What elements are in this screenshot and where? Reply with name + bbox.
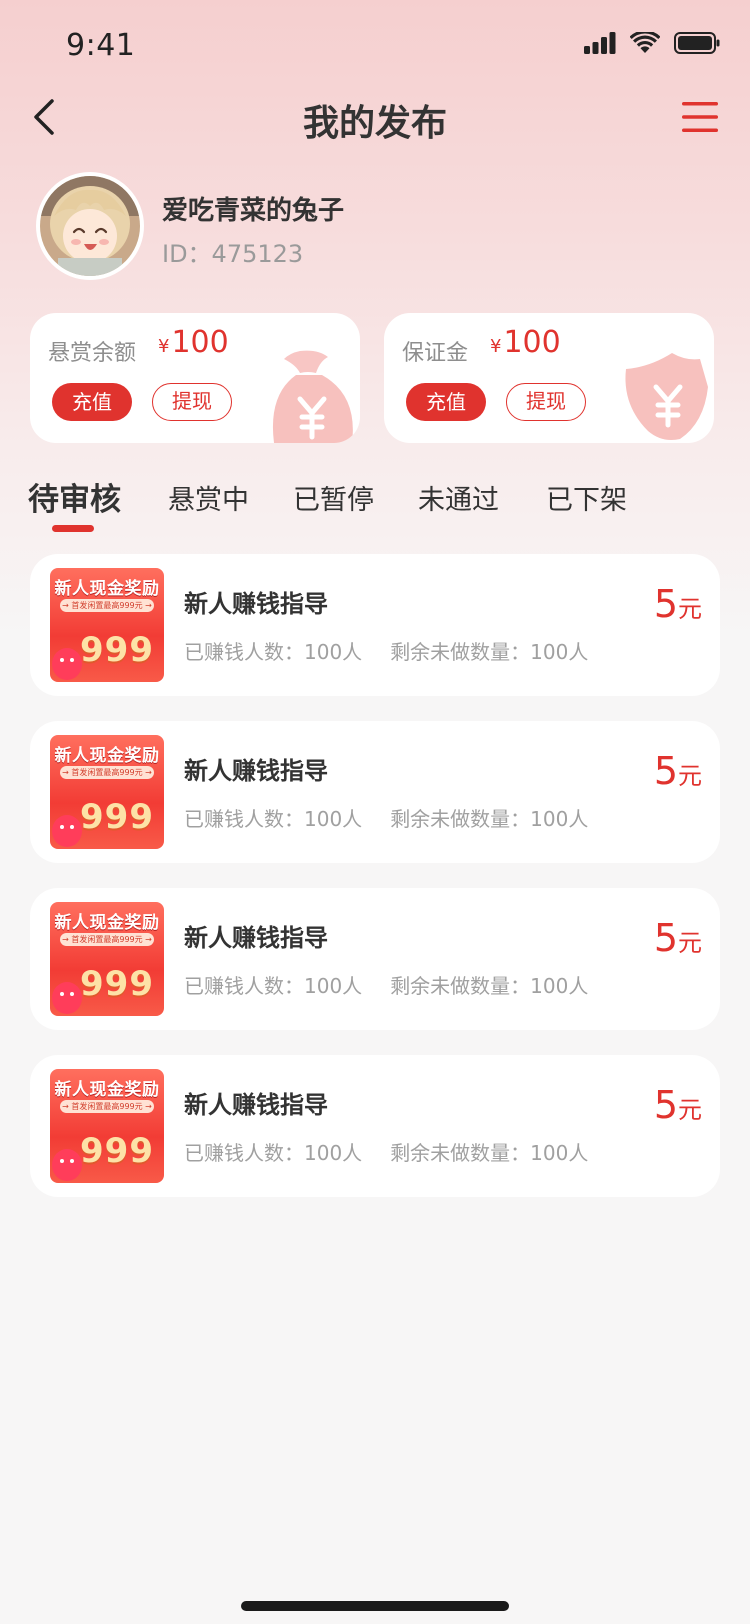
price-unit: 元 — [678, 595, 702, 623]
cellular-signal-icon — [584, 32, 616, 54]
reward-balance-amount: ¥100 — [158, 325, 229, 360]
reward-balance-card: 悬赏余额 ¥100 充值 提现 — [30, 313, 360, 443]
thumbnail-subtitle: → 首发闲置最高999元 → — [60, 1100, 154, 1113]
task-title: 新人赚钱指导 — [184, 757, 328, 785]
earned-count: 已赚钱人数：100人 — [184, 640, 363, 664]
task-title: 新人赚钱指导 — [184, 590, 328, 618]
earned-count: 已赚钱人数：100人 — [184, 807, 363, 831]
home-indicator — [241, 1601, 509, 1611]
thumbnail-number: 999 — [80, 797, 154, 837]
thumbnail-title: 新人现金奖励 — [54, 746, 160, 766]
navigation-bar: 我的发布 — [0, 88, 750, 146]
thumbnail-subtitle: → 首发闲置最高999元 → — [60, 933, 154, 946]
earned-count: 已赚钱人数：100人 — [184, 974, 363, 998]
deposit-withdraw-button[interactable]: 提现 — [506, 383, 586, 421]
deposit-balance-amount: ¥100 — [490, 325, 561, 360]
deposit-recharge-button[interactable]: 充值 — [406, 383, 486, 421]
task-card[interactable]: 新人现金奖励 → 首发闲置最高999元 → 999 新人赚钱指导 已赚钱人数：1… — [30, 1055, 720, 1197]
thumbnail-subtitle: → 首发闲置最高999元 → — [60, 599, 154, 612]
price-unit: 元 — [678, 762, 702, 790]
task-thumbnail: 新人现金奖励 → 首发闲置最高999元 → 999 — [50, 1069, 164, 1183]
thumbnail-number: 999 — [80, 1131, 154, 1171]
task-thumbnail: 新人现金奖励 → 首发闲置最高999元 → 999 — [50, 735, 164, 849]
mascot-icon — [52, 1149, 82, 1181]
user-id: ID：475123 — [162, 240, 304, 268]
user-name: 爱吃青菜的兔子 — [162, 196, 345, 226]
reward-balance-value: 100 — [171, 325, 229, 360]
task-price: 5元 — [654, 916, 702, 960]
thumbnail-title: 新人现金奖励 — [54, 913, 160, 933]
deposit-balance-card: 保证金 ¥100 充值 提现 — [384, 313, 714, 443]
menu-button[interactable] — [680, 100, 720, 134]
task-title: 新人赚钱指导 — [184, 1091, 328, 1119]
currency-symbol: ¥ — [490, 336, 502, 357]
tab-removed[interactable]: 已下架 — [546, 478, 627, 517]
tab-rewarding[interactable]: 悬赏中 — [168, 478, 249, 517]
task-stats: 已赚钱人数：100人 剩余未做数量：100人 — [184, 636, 588, 665]
deposit-balance-value: 100 — [503, 325, 561, 360]
reward-balance-label: 悬赏余额 — [48, 341, 137, 366]
status-time: 9:41 — [66, 28, 136, 63]
wifi-icon — [630, 32, 660, 53]
thumbnail-title: 新人现金奖励 — [54, 579, 160, 599]
reward-withdraw-button[interactable]: 提现 — [152, 383, 232, 421]
task-stats: 已赚钱人数：100人 剩余未做数量：100人 — [184, 970, 588, 999]
money-bag-icon — [272, 350, 353, 443]
mascot-icon — [52, 982, 82, 1014]
task-card[interactable]: 新人现金奖励 → 首发闲置最高999元 → 999 新人赚钱指导 已赚钱人数：1… — [30, 888, 720, 1030]
task-price: 5元 — [654, 582, 702, 626]
task-thumbnail: 新人现金奖励 → 首发闲置最高999元 → 999 — [50, 568, 164, 682]
task-stats: 已赚钱人数：100人 剩余未做数量：100人 — [184, 1137, 588, 1166]
status-icons — [584, 32, 720, 54]
earned-count: 已赚钱人数：100人 — [184, 1141, 363, 1165]
task-thumbnail: 新人现金奖励 → 首发闲置最高999元 → 999 — [50, 902, 164, 1016]
task-stats: 已赚钱人数：100人 剩余未做数量：100人 — [184, 803, 588, 832]
thumbnail-number: 999 — [80, 964, 154, 1004]
price-value: 5 — [653, 749, 678, 793]
task-price: 5元 — [654, 749, 702, 793]
status-tabs: 待审核 悬赏中 已暂停 未通过 已下架 — [0, 470, 750, 540]
price-value: 5 — [653, 916, 678, 960]
tab-pending-review[interactable]: 待审核 — [28, 474, 121, 519]
price-value: 5 — [653, 1083, 678, 1127]
price-value: 5 — [653, 582, 678, 626]
deposit-balance-label: 保证金 — [402, 341, 469, 366]
status-bar: 9:41 — [0, 0, 750, 88]
remaining-count: 剩余未做数量：100人 — [390, 640, 589, 664]
task-title: 新人赚钱指导 — [184, 924, 328, 952]
task-price: 5元 — [654, 1083, 702, 1127]
tab-rejected[interactable]: 未通过 — [418, 478, 499, 517]
price-unit: 元 — [678, 929, 702, 957]
task-card[interactable]: 新人现金奖励 → 首发闲置最高999元 → 999 新人赚钱指导 已赚钱人数：1… — [30, 554, 720, 696]
shield-yen-icon — [625, 353, 708, 440]
avatar-image — [40, 176, 140, 276]
menu-icon — [682, 102, 718, 132]
currency-symbol: ¥ — [158, 336, 170, 357]
thumbnail-title: 新人现金奖励 — [54, 1080, 160, 1100]
page-title: 我的发布 — [302, 103, 447, 144]
task-card[interactable]: 新人现金奖励 → 首发闲置最高999元 → 999 新人赚钱指导 已赚钱人数：1… — [30, 721, 720, 863]
thumbnail-subtitle: → 首发闲置最高999元 → — [60, 766, 154, 779]
avatar[interactable] — [36, 172, 144, 280]
mascot-icon — [52, 648, 82, 680]
reward-recharge-button[interactable]: 充值 — [52, 383, 132, 421]
tab-paused[interactable]: 已暂停 — [293, 478, 374, 517]
battery-icon — [674, 32, 720, 54]
remaining-count: 剩余未做数量：100人 — [390, 1141, 589, 1165]
remaining-count: 剩余未做数量：100人 — [390, 974, 589, 998]
price-unit: 元 — [678, 1096, 702, 1124]
mascot-icon — [52, 815, 82, 847]
active-tab-indicator — [52, 525, 94, 532]
thumbnail-number: 999 — [80, 630, 154, 670]
remaining-count: 剩余未做数量：100人 — [390, 807, 589, 831]
